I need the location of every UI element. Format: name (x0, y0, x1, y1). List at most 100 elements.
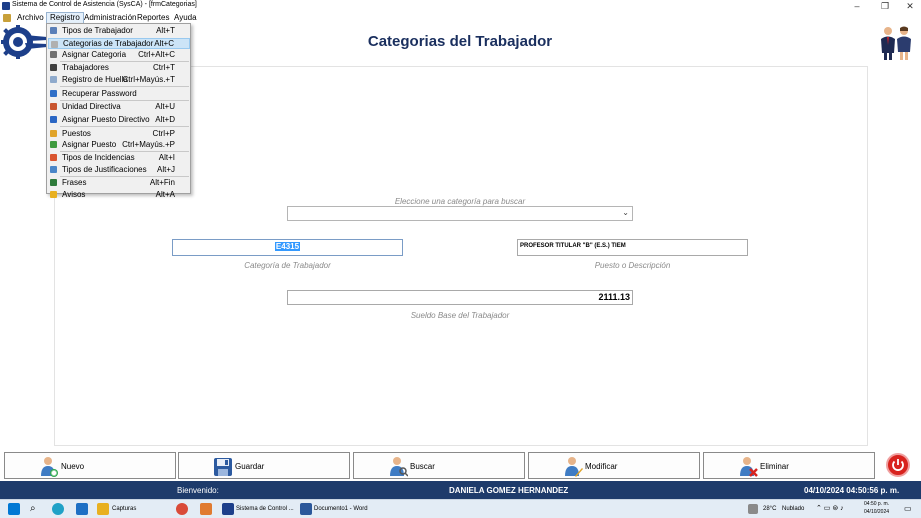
chevron-down-icon[interactable]: ⌄ (622, 208, 629, 217)
category-search-select[interactable]: ⌄ (287, 206, 633, 221)
registro-menu-item-label: Unidad Directiva (62, 102, 121, 111)
registro-menu-item[interactable]: Tipos de Incidencias Alt+I (48, 152, 190, 163)
registro-menu-item[interactable]: Trabajadores Ctrl+T (48, 62, 190, 73)
power-icon (892, 459, 904, 471)
badge-icon (50, 130, 57, 137)
app-icon (2, 2, 10, 10)
sysca-taskbar-icon[interactable] (222, 503, 234, 515)
mdi-child-icon[interactable] (3, 14, 11, 22)
registro-menu-item-label: Trabajadores (62, 63, 109, 72)
assign-icon (50, 51, 57, 58)
taskbar-word[interactable]: Documento1 - Word (314, 502, 368, 516)
weather-icon[interactable] (748, 504, 758, 514)
workers-icon (50, 64, 57, 71)
salary-caption: Sueldo Base del Trabajador (410, 311, 510, 320)
tray-clock[interactable]: 04:50 p. m. 04/10/2024 (864, 500, 890, 515)
registro-menu-item[interactable]: Tipos de Trabajador Alt+T (48, 25, 190, 36)
incident-icon (50, 154, 57, 161)
registro-menu-item-label: Avisos (62, 190, 86, 199)
registro-menu-item[interactable]: Asignar Categoria Ctrl+Alt+C (48, 49, 190, 60)
registro-menu-item[interactable]: Tipos de Justificaciones Alt+J (48, 164, 190, 175)
edit-button[interactable]: Modificar (528, 452, 700, 479)
window-title: Sistema de Control de Asistencia (SysCA)… (12, 1, 197, 8)
tray-date: 04/10/2024 (864, 509, 890, 515)
registro-menu-item-label: Frases (62, 178, 87, 187)
floppy-disk-icon (214, 458, 232, 476)
registro-menu-item[interactable]: Asignar Puesto Directivo Alt+D (48, 114, 190, 125)
edit-user-icon (565, 457, 583, 477)
search-user-icon (390, 457, 408, 477)
users-icon (50, 27, 57, 34)
salary-value: 2111.13 (598, 292, 630, 302)
menu-archivo[interactable]: Archivo (14, 12, 47, 24)
justify-icon (50, 166, 57, 173)
title-bar: Sistema de Control de Asistencia (SysCA)… (0, 0, 921, 12)
registro-menu-item[interactable]: Avisos Alt+A (48, 189, 190, 200)
registro-menu-item-shortcut: Ctrl+T (153, 63, 175, 72)
registro-menu-item[interactable]: Unidad Directiva Alt+U (48, 101, 190, 112)
mail-icon[interactable] (76, 503, 88, 515)
edge-icon[interactable] (52, 503, 64, 515)
delete-button-label: Eliminar (760, 462, 789, 471)
windows-taskbar: ⌕ Capturas Sistema de Control ... Docume… (0, 499, 921, 518)
person-icon (51, 41, 58, 48)
registro-menu-item-label: Tipos de Trabajador (62, 26, 133, 35)
description-caption: Puesto o Descripción (594, 261, 671, 270)
registro-menu-item-label: Asignar Puesto Directivo (62, 115, 150, 124)
notification-icon[interactable]: ▭ (904, 502, 912, 516)
new-button-label: Nuevo (61, 462, 85, 471)
folder-icon[interactable] (97, 503, 109, 515)
category-field[interactable]: E4315 (172, 239, 403, 256)
add-user-icon (41, 457, 58, 477)
weather-desc[interactable]: Nublado (782, 502, 804, 516)
registro-menu-item-label: Recuperar Password (62, 89, 137, 98)
registro-menu-item[interactable]: Recuperar Password (48, 88, 190, 99)
registro-menu-item[interactable]: Registro de Huella Ctrl+Mayús.+T (48, 74, 190, 85)
registro-menu-item-label: Asignar Puesto (62, 140, 117, 149)
new-button[interactable]: Nuevo (4, 452, 176, 479)
delete-button[interactable]: Eliminar (703, 452, 875, 479)
search-button[interactable]: Buscar (353, 452, 525, 479)
minimize-button[interactable]: – (846, 0, 868, 12)
taskbar-capturas[interactable]: Capturas (112, 502, 136, 516)
save-button[interactable]: Guardar (178, 452, 350, 479)
windows-start-icon[interactable] (8, 503, 20, 515)
word-icon[interactable] (300, 503, 312, 515)
notice-icon (50, 191, 57, 198)
registro-menu-item-shortcut: Alt+I (158, 153, 175, 162)
registro-menu-item-label: Categorias de Trabajador (63, 39, 154, 48)
registro-menu-item[interactable]: Frases Alt+Fin (48, 177, 190, 188)
description-field[interactable]: PROFESOR TITULAR "B" (E.S.) TIEM (517, 239, 748, 256)
registro-menu-item-shortcut: Alt+A (155, 190, 175, 199)
registro-menu-item[interactable]: Asignar Puesto Ctrl+Mayús.+P (48, 139, 190, 150)
flag-green-icon (50, 141, 57, 148)
search-icon[interactable]: ⌕ (30, 502, 36, 516)
delete-user-icon (740, 457, 758, 477)
status-datetime: 04/10/2024 04:50:56 p. m. (804, 486, 900, 495)
chrome-icon[interactable] (176, 503, 188, 515)
institution-logo (1, 25, 47, 59)
tray-icons[interactable]: ⌃ ▭ ⊜ ♪ (816, 502, 844, 516)
registro-menu-item-shortcut: Alt+D (155, 115, 175, 124)
registro-menu-dropdown: Tipos de Trabajador Alt+T Categorias de Tr… (46, 23, 191, 199)
description-value: PROFESOR TITULAR "B" (E.S.) TIEM (520, 243, 626, 249)
restore-button[interactable]: ❐ (874, 0, 896, 12)
registro-menu-item-label: Registro de Huella (62, 75, 128, 84)
building-icon (50, 103, 57, 110)
registro-menu-item[interactable]: Puestos Ctrl+P (48, 128, 190, 139)
registro-menu-item-shortcut: Ctrl+Mayús.+T (122, 75, 175, 84)
registro-menu-item-shortcut: Alt+J (156, 165, 175, 174)
fingerprint-icon (50, 76, 57, 83)
power-exit-button[interactable] (886, 453, 910, 477)
registro-menu-item[interactable]: Categorias de Trabajador Alt+C (48, 38, 190, 49)
flag-icon (50, 116, 57, 123)
quote-icon (50, 179, 57, 186)
status-bar: Bienvenido: DANIELA GOMEZ HERNANDEZ 04/1… (0, 481, 921, 499)
weather-temp[interactable]: 28°C (763, 502, 776, 516)
close-button[interactable]: ✕ (899, 0, 921, 12)
registro-menu-item-shortcut: Ctrl+P (152, 129, 175, 138)
registro-menu-item-label: Asignar Categoria (62, 50, 127, 59)
salary-field[interactable]: 2111.13 (287, 290, 633, 305)
taskbar-sysca[interactable]: Sistema de Control ... (236, 502, 294, 516)
app-taskbar-icon[interactable] (200, 503, 212, 515)
